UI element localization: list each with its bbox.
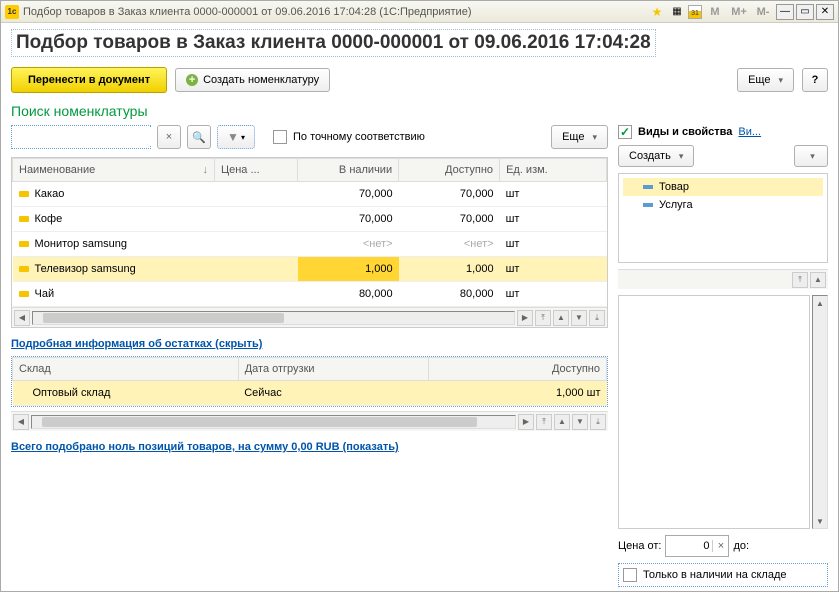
price-to-label: до:	[733, 540, 749, 552]
m-minus-icon[interactable]: M-	[752, 4, 774, 20]
nav-first-icon[interactable]: ⤒	[535, 310, 551, 326]
create-nomenclature-button[interactable]: + Создать номенклатуру	[175, 68, 330, 92]
table-row[interactable]: Кофе 70,000 70,000 шт	[13, 207, 607, 232]
exact-match-label: По точному соответствию	[293, 131, 425, 143]
col-avail2[interactable]: Доступно	[428, 358, 606, 381]
nav-first-icon[interactable]: ⤒	[536, 414, 552, 430]
nav-last-icon[interactable]: ⤓	[590, 414, 606, 430]
search-field-wrap	[11, 125, 151, 149]
summary-link[interactable]: Всего подобрано ноль позиций товаров, на…	[11, 441, 399, 453]
calendar-icon[interactable]: 31	[688, 5, 702, 19]
tree-node-icon	[643, 185, 653, 189]
vscrollbar[interactable]: ▲▼	[812, 295, 828, 529]
only-stock-checkbox[interactable]	[623, 568, 637, 582]
table-row-selected[interactable]: Телевизор samsung 1,000 1,000 шт	[13, 257, 607, 282]
details-link[interactable]: Подробная информация об остатках (скрыть…	[11, 338, 262, 350]
col-avail[interactable]: Доступно	[399, 159, 500, 182]
sort-asc-icon: ↓	[202, 164, 208, 176]
item-icon	[19, 291, 29, 297]
create-nomenclature-label: Создать номенклатуру	[203, 74, 319, 86]
col-warehouse[interactable]: Склад	[13, 358, 239, 381]
clear-price-from-button[interactable]: ×	[712, 540, 728, 552]
col-stock[interactable]: В наличии	[298, 159, 399, 182]
maximize-icon[interactable]: ▭	[796, 4, 814, 20]
more-button[interactable]: Еще	[737, 68, 794, 92]
types-tree: Товар Услуга	[618, 173, 828, 263]
table-row[interactable]: Какао 70,000 70,000 шт	[13, 182, 607, 207]
filter-button[interactable]: ▼▾	[217, 125, 255, 149]
search-heading: Поиск номенклатуры	[11, 103, 828, 119]
search-more-button[interactable]: Еще	[551, 125, 608, 149]
nav-first-icon[interactable]: ⤒	[792, 272, 808, 288]
item-icon	[19, 191, 29, 197]
table-row[interactable]: Чай 80,000 80,000 шт	[13, 282, 607, 307]
help-button[interactable]: ?	[802, 68, 828, 92]
items-table: Наименование↓ Цена ... В наличии Доступн…	[11, 157, 608, 328]
minimize-icon[interactable]: —	[776, 4, 794, 20]
tree-item-goods[interactable]: Товар	[623, 178, 823, 196]
stock-table: Склад Дата отгрузки Доступно Оптовый скл…	[11, 356, 608, 407]
plus-icon: +	[186, 74, 198, 86]
transfer-button[interactable]: Перенести в документ	[11, 67, 167, 93]
search-button[interactable]: 🔍	[187, 125, 211, 149]
scroll-right-icon[interactable]: ▶	[518, 414, 534, 430]
price-from-label: Цена от:	[618, 540, 661, 552]
col-price[interactable]: Цена ...	[214, 159, 297, 182]
types-more-button[interactable]	[794, 145, 828, 167]
tree-item-service[interactable]: Услуга	[623, 196, 823, 214]
title-bar: 1c Подбор товаров в Заказ клиента 0000-0…	[1, 1, 838, 23]
hscrollbar[interactable]	[32, 311, 515, 325]
types-more-link[interactable]: Ви...	[738, 126, 761, 138]
create-type-button[interactable]: Создать	[618, 145, 694, 167]
scroll-right-icon[interactable]: ▶	[517, 310, 533, 326]
item-icon	[19, 266, 29, 272]
only-stock-label: Только в наличии на складе	[643, 569, 786, 581]
close-icon[interactable]: ✕	[816, 4, 834, 20]
nav-down-icon[interactable]: ▼	[571, 310, 587, 326]
app-icon: 1c	[5, 5, 19, 19]
nav-last-icon[interactable]: ⤓	[589, 310, 605, 326]
nav-up-icon[interactable]: ▲	[553, 310, 569, 326]
m-plus-icon[interactable]: M+	[728, 4, 750, 20]
types-heading: Виды и свойства	[638, 126, 732, 138]
exact-match-checkbox[interactable]	[273, 130, 287, 144]
price-from-input[interactable]	[666, 540, 712, 552]
item-icon	[19, 216, 29, 222]
col-ship-date[interactable]: Дата отгрузки	[238, 358, 428, 381]
m-icon[interactable]: M	[704, 4, 726, 20]
nav-up-icon[interactable]: ▲	[554, 414, 570, 430]
table-row[interactable]: Монитор samsung <нет> <нет> шт	[13, 232, 607, 257]
hscrollbar[interactable]	[31, 415, 516, 429]
col-unit[interactable]: Ед. изм.	[500, 159, 607, 182]
col-name[interactable]: Наименование↓	[13, 159, 215, 182]
tree-node-icon	[643, 203, 653, 207]
properties-box	[618, 295, 810, 529]
types-checkbox[interactable]	[618, 125, 632, 139]
favorite-icon[interactable]: ★	[648, 4, 666, 20]
window-title: Подбор товаров в Заказ клиента 0000-0000…	[23, 6, 644, 18]
scroll-left-icon[interactable]: ◀	[13, 414, 29, 430]
funnel-icon: ▼	[227, 130, 239, 144]
search-input[interactable]	[14, 128, 160, 146]
nav-up-icon[interactable]: ▲	[810, 272, 826, 288]
clear-search-button[interactable]: ×	[157, 125, 181, 149]
scroll-left-icon[interactable]: ◀	[14, 310, 30, 326]
nav-down-icon[interactable]: ▼	[572, 414, 588, 430]
item-icon	[19, 241, 29, 247]
page-title: Подбор товаров в Заказ клиента 0000-0000…	[11, 29, 656, 57]
stock-row[interactable]: Оптовый склад Сейчас 1,000 шт	[13, 381, 607, 406]
grid-icon[interactable]: ▦	[668, 4, 686, 20]
